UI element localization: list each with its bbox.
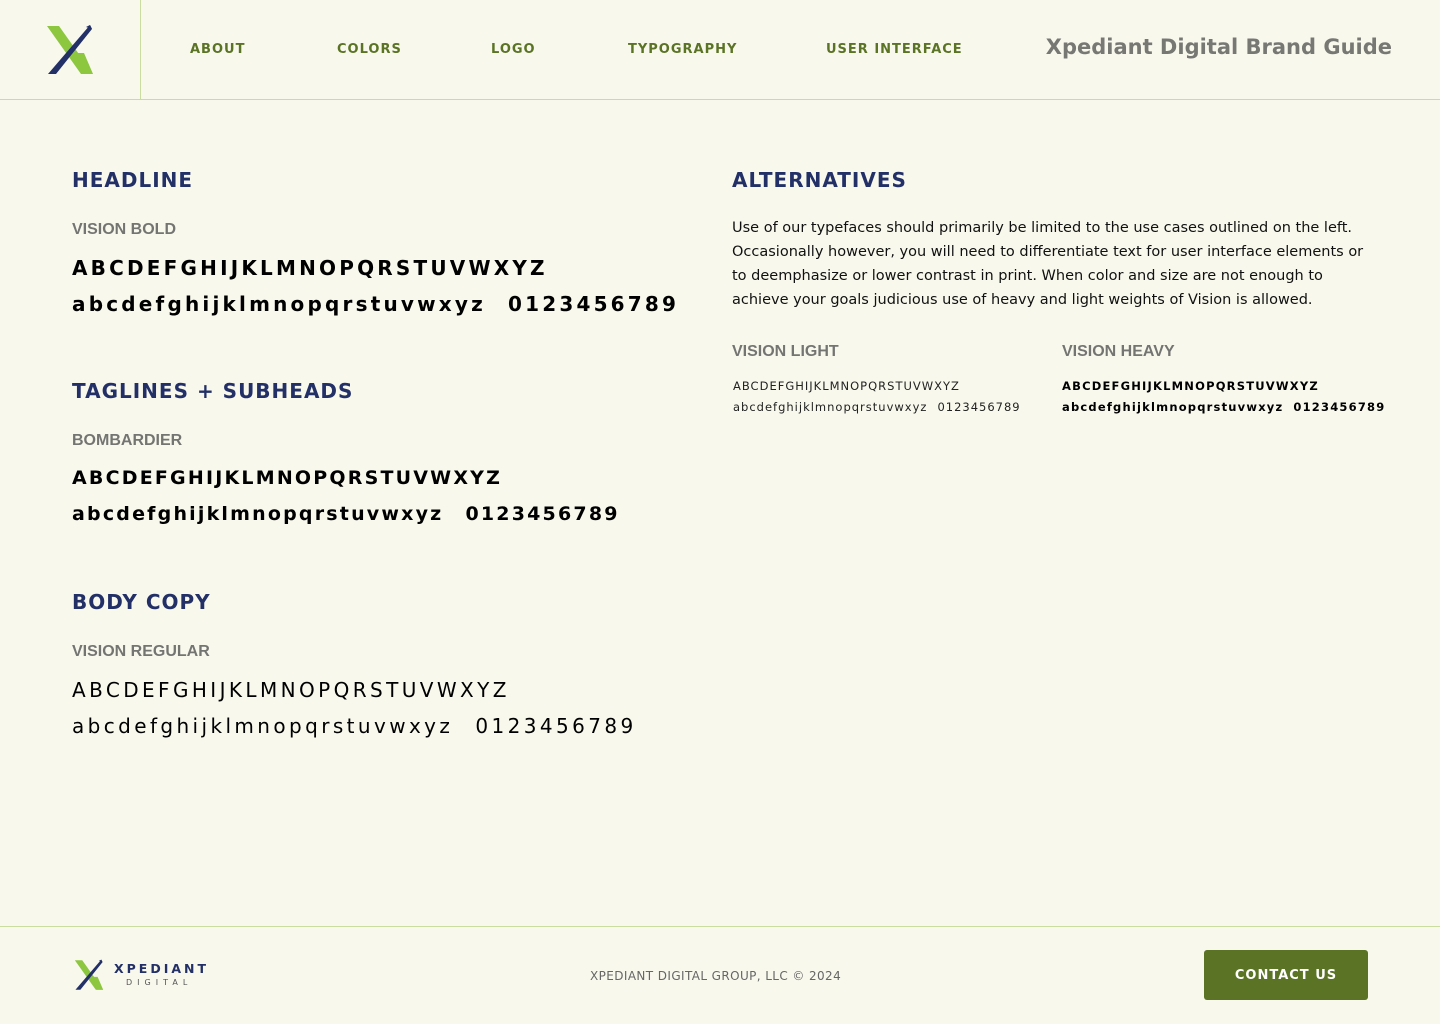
vision-heavy-specimen-lower: abcdefghijklmnopqrstuvwxyz (1062, 400, 1284, 414)
main-nav: ABOUT COLORS LOGO TYPOGRAPHY USER INTERF… (0, 0, 1000, 99)
body-copy-section-title: BODY COPY (72, 590, 211, 614)
wordmark-sub: DIGITAL (126, 977, 193, 987)
footer-logo[interactable]: XPEDIANT DIGITAL (74, 959, 209, 991)
nav-user-interface[interactable]: USER INTERFACE (826, 42, 963, 57)
contact-us-button[interactable]: CONTACT US (1204, 950, 1368, 1000)
copyright-text: XPEDIANT DIGITAL GROUP, LLC © 2024 (590, 969, 842, 983)
body-copy-specimen-lower: abcdefghijklmnopqrstuvwxyz (72, 714, 454, 738)
body-copy-specimen-digits: 0123456789 (475, 714, 637, 738)
vision-heavy-specimen-lower-line: abcdefghijklmnopqrstuvwxyz 0123456789 (1062, 400, 1385, 414)
alternatives-description: Use of our typefaces should primarily be… (732, 220, 1364, 308)
vision-light-specimen-upper: ABCDEFGHIJKLMNOPQRSTUVWXYZ (733, 379, 960, 393)
taglines-specimen-digits: 0123456789 (465, 503, 620, 525)
xpediant-x-logo-icon (74, 959, 104, 990)
nav-typography[interactable]: TYPOGRAPHY (628, 42, 737, 57)
vision-heavy-font-name: VISION HEAVY (1062, 343, 1175, 360)
nav-about[interactable]: ABOUT (190, 42, 245, 57)
taglines-specimen-lower: abcdefghijklmnopqrstuvwxyz (72, 503, 444, 525)
site-header: ABOUT COLORS LOGO TYPOGRAPHY USER INTERF… (0, 0, 1440, 100)
headline-specimen-upper: ABCDEFGHIJKLMNOPQRSTUVWXYZ (72, 256, 548, 280)
vision-light-font-name: VISION LIGHT (732, 343, 839, 360)
vision-light-specimen-lower: abcdefghijklmnopqrstuvwxyz (733, 400, 928, 414)
nav-colors[interactable]: COLORS (337, 42, 402, 57)
body-copy-font-name: VISION REGULAR (72, 643, 210, 660)
footer-wordmark: XPEDIANT DIGITAL (114, 963, 209, 987)
taglines-section-title: TAGLINES + SUBHEADS (72, 379, 354, 403)
site-footer: XPEDIANT DIGITAL XPEDIANT DIGITAL GROUP,… (0, 926, 1440, 1024)
headline-specimen-lower: abcdefghijklmnopqrstuvwxyz (72, 292, 486, 316)
body-copy-specimen-lower-line: abcdefghijklmnopqrstuvwxyz 0123456789 (72, 714, 637, 738)
nav-logo[interactable]: LOGO (491, 42, 536, 57)
taglines-specimen-upper: ABCDEFGHIJKLMNOPQRSTUVWXYZ (72, 467, 503, 489)
taglines-font-name: BOMBARDIER (72, 432, 183, 449)
vision-light-specimen-digits: 0123456789 (937, 400, 1021, 414)
headline-specimen-lower-line: abcdefghijklmnopqrstuvwxyz 0123456789 (72, 292, 679, 316)
vision-heavy-specimen-digits: 0123456789 (1293, 400, 1386, 414)
headline-specimen-digits: 0123456789 (507, 292, 680, 316)
wordmark-main: XPEDIANT (114, 961, 210, 977)
alternatives-section-title: ALTERNATIVES (732, 168, 907, 192)
headline-font-name: VISION BOLD (72, 221, 177, 238)
vision-light-specimen-lower-line: abcdefghijklmnopqrstuvwxyz 0123456789 (733, 400, 1021, 414)
body-copy-specimen-upper: ABCDEFGHIJKLMNOPQRSTUVWXYZ (72, 678, 510, 702)
vision-heavy-specimen-upper: ABCDEFGHIJKLMNOPQRSTUVWXYZ (1062, 379, 1319, 393)
headline-section-title: HEADLINE (72, 168, 194, 192)
brand-guide-title: Xpediant Digital Brand Guide (1045, 35, 1392, 59)
taglines-specimen-lower-line: abcdefghijklmnopqrstuvwxyz 0123456789 (72, 503, 620, 525)
